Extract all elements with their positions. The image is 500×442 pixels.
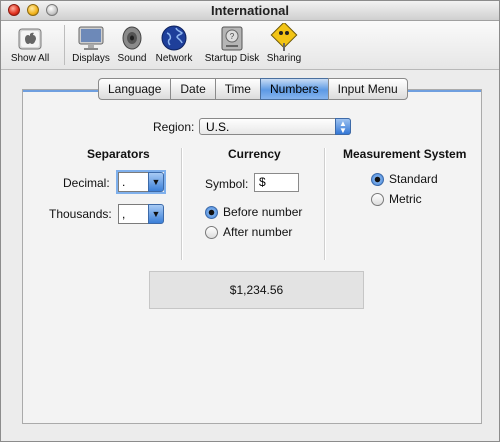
toolbar-label: Startup Disk <box>204 53 260 64</box>
column-divider <box>324 148 326 260</box>
toolbar-label: Sound <box>117 53 147 64</box>
chevron-down-icon[interactable]: ▼ <box>148 172 164 192</box>
radio-selected-icon <box>205 206 218 219</box>
currency-heading: Currency <box>228 147 281 161</box>
before-number-radio[interactable]: Before number <box>205 205 315 221</box>
after-number-label: After number <box>223 225 293 239</box>
decimal-label: Decimal: <box>63 176 110 190</box>
measurement-heading: Measurement System <box>343 147 467 161</box>
popup-arrows-icon: ▲ ▼ <box>335 118 351 135</box>
sharing-sign-icon <box>270 23 298 51</box>
metric-label: Metric <box>389 192 422 206</box>
toolbar: Show All Displays Sound Network ? Startu… <box>1 21 499 70</box>
chevron-down-icon[interactable]: ▼ <box>148 204 164 224</box>
number-sample-preview: $1,234.56 <box>149 271 364 309</box>
numbers-pane <box>22 89 482 424</box>
radio-unselected-icon <box>205 226 218 239</box>
before-number-label: Before number <box>223 205 303 219</box>
decimal-combo[interactable]: . ▼ <box>118 172 164 192</box>
tab-time[interactable]: Time <box>214 78 260 100</box>
tab-date[interactable]: Date <box>170 78 215 100</box>
region-label: Region: <box>153 120 195 134</box>
column-divider <box>181 148 183 260</box>
toolbar-sharing[interactable]: Sharing <box>265 23 303 64</box>
thousands-combo[interactable]: , ▼ <box>118 204 164 224</box>
region-popup[interactable]: U.S. ▲ ▼ <box>199 118 351 135</box>
tab-numbers[interactable]: Numbers <box>259 78 328 100</box>
toolbar-network[interactable]: Network <box>153 23 195 64</box>
toolbar-displays[interactable]: Displays <box>69 23 113 64</box>
region-value: U.S. <box>206 120 230 134</box>
toolbar-label: Show All <box>10 53 50 64</box>
toolbar-startup-disk[interactable]: ? Startup Disk <box>202 23 262 64</box>
tab-language[interactable]: Language <box>98 78 171 100</box>
svg-text:?: ? <box>230 32 235 41</box>
toolbar-sound[interactable]: Sound <box>115 23 149 64</box>
thousands-field[interactable]: , <box>118 204 149 224</box>
hard-disk-icon: ? <box>221 26 243 51</box>
title-bar: International <box>1 1 499 21</box>
thousands-label: Thousands: <box>49 207 112 221</box>
window-title: International <box>210 3 289 18</box>
tab-bar: Language Date Time Numbers Input Menu <box>98 78 408 100</box>
toolbar-label: Network <box>155 53 193 64</box>
radio-unselected-icon <box>371 193 384 206</box>
symbol-input[interactable]: $ <box>254 173 299 192</box>
radio-selected-icon <box>371 173 384 186</box>
toolbar-show-all[interactable]: Show All <box>7 23 53 64</box>
toolbar-label: Displays <box>72 53 110 64</box>
speaker-icon <box>122 26 142 50</box>
standard-radio[interactable]: Standard <box>371 172 451 188</box>
apple-prefs-icon <box>18 28 42 50</box>
toolbar-label: Sharing <box>266 53 302 64</box>
globe-icon <box>161 25 187 51</box>
symbol-label: Symbol: <box>205 177 249 191</box>
after-number-radio[interactable]: After number <box>205 225 315 241</box>
display-icon <box>78 26 104 50</box>
standard-label: Standard <box>389 172 438 186</box>
preferences-window: International Show All Displays Sound Ne… <box>0 0 500 442</box>
separators-heading: Separators <box>87 147 150 161</box>
toolbar-separator <box>64 25 65 65</box>
metric-radio[interactable]: Metric <box>371 192 451 208</box>
decimal-field[interactable]: . <box>118 172 149 192</box>
tab-input-menu[interactable]: Input Menu <box>327 78 408 100</box>
